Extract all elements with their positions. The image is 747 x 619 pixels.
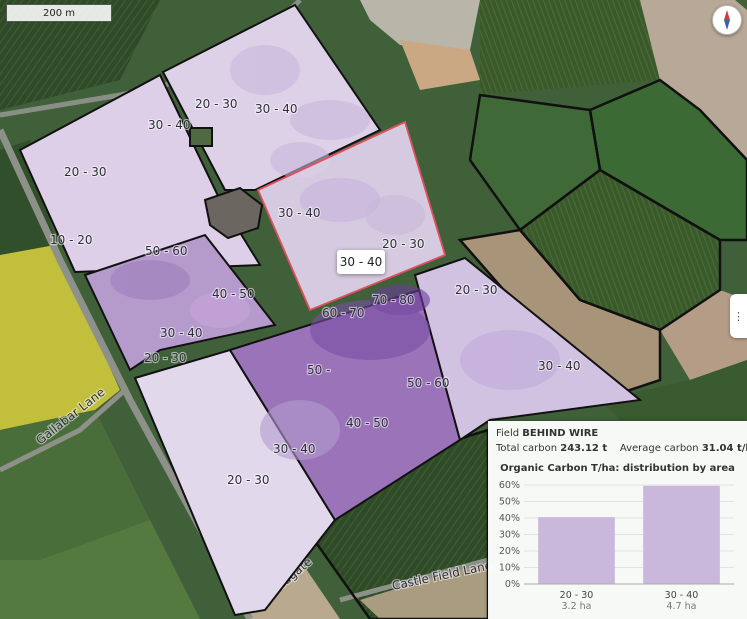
chart-bar[interactable] (538, 517, 615, 584)
zone-label: 20 - 30 (195, 97, 238, 111)
zone-blotch (365, 195, 425, 235)
chart-area-label: 3.2 ha (562, 601, 592, 612)
chart-y-tick: 60% (499, 480, 520, 491)
zone-label: 20 - 30 (144, 351, 187, 365)
zone-label: 30 - 40 (148, 118, 191, 132)
chart-area-label: 4.7 ha (667, 601, 697, 612)
chart-y-tick: 50% (499, 497, 520, 508)
zone-label: 20 - 30 (227, 473, 270, 487)
zone-label: 30 - 40 (255, 102, 298, 116)
chart-category-label: 30 - 40 (665, 590, 699, 601)
zone-label: 10 - 20 (50, 233, 93, 247)
zone-label: 30 - 40 (160, 326, 203, 340)
chart-category-label: 20 - 30 (560, 590, 594, 601)
zone-label: 70 - 80 (372, 293, 415, 307)
distribution-bar-chart: 0% 10% 20% 30% 40% 50% 60% 20 - 303.2 ha 30 - 40… (499, 480, 734, 612)
zone-label: 20 - 30 (64, 165, 107, 179)
zone-tooltip: 30 - 40 (337, 250, 385, 274)
zone-label: 60 - 70 (322, 306, 365, 320)
zone-label: 50 - (307, 363, 330, 377)
compass-needle-icon (724, 10, 730, 30)
chart-y-tick: 10% (499, 563, 520, 574)
chart-y-tick: 0% (505, 579, 520, 590)
zone-label: 20 - 30 (455, 283, 498, 297)
chart-y-tick: 20% (499, 546, 520, 557)
zone-label: 30 - 40 (538, 359, 581, 373)
field-info-panel: Field BEHIND WIRE Total carbon 243.12 t … (488, 421, 747, 619)
zone-label: 20 - 30 (382, 237, 425, 251)
zone-label: 40 - 50 (212, 287, 255, 301)
zone-label: 50 - 60 (145, 244, 188, 258)
zone-label: 50 - 60 (407, 376, 450, 390)
paddock (189, 127, 213, 147)
tooltip-text: 30 - 40 (339, 255, 383, 269)
chart-bar[interactable] (643, 485, 720, 584)
chart-y-tick: 40% (499, 513, 520, 524)
compass-icon[interactable] (712, 5, 742, 35)
zone-label: 30 - 40 (278, 206, 321, 220)
vertical-dots-icon: ⋮ (733, 309, 744, 323)
side-panel-handle[interactable]: ⋮ (730, 294, 747, 338)
chart-y-tick: 30% (499, 530, 520, 541)
scale-label: 200 m (42, 7, 75, 19)
zone-label: 40 - 50 (346, 416, 389, 430)
zone-label: 30 - 40 (273, 442, 316, 456)
map-scale-bar: 200 m (6, 4, 112, 22)
